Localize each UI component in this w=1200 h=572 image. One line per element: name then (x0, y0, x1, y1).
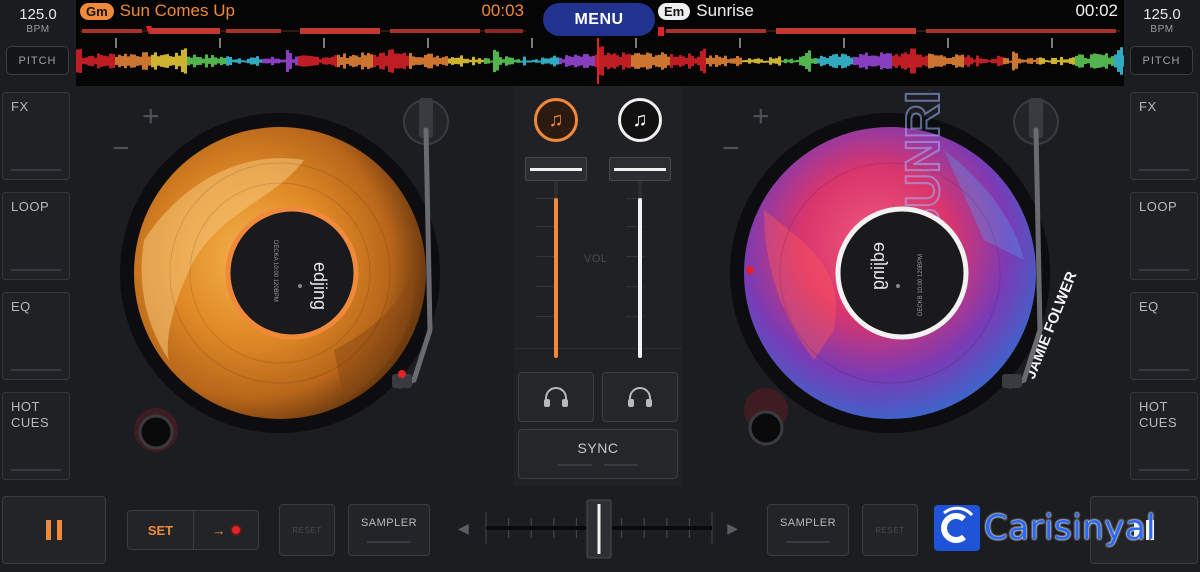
left-pitch-plus-icon[interactable]: + (142, 100, 160, 133)
right-cue-knob[interactable] (748, 410, 784, 446)
right-volume-level (638, 198, 642, 358)
mixer: ♫ ♫ VOL SYNC (514, 86, 682, 486)
headphones-icon (628, 387, 652, 407)
vol-label: VOL (584, 253, 608, 265)
right-track-time: 00:02 (1075, 1, 1118, 20)
left-side-panel: FX LOOP EQ HOT CUES (2, 92, 70, 492)
cue-jump-button[interactable]: → (193, 511, 258, 549)
right-eq-button[interactable]: EQ (1130, 292, 1198, 380)
right-pitch-button[interactable]: PITCH (1130, 46, 1193, 75)
watermark-logo-icon (934, 505, 980, 551)
right-bpm-unit: BPM (1150, 24, 1174, 35)
cue-set-group: SET → (127, 510, 259, 550)
left-volume-level (554, 198, 558, 358)
right-pitch-plus-icon[interactable]: + (752, 100, 770, 133)
right-deck: + − SUNRISE JAMIE FOLWER edjing DECKB 10… (684, 90, 1124, 485)
left-pitch-button[interactable]: PITCH (6, 46, 69, 75)
menu-button[interactable]: MENU (543, 3, 655, 36)
main-scrolling-waveform[interactable] (76, 38, 1124, 84)
right-sampler-button[interactable]: SAMPLER (767, 504, 849, 556)
right-reset-button[interactable]: RESET (862, 504, 918, 556)
left-bpm-value: 125.0 (19, 6, 57, 23)
crossfader[interactable]: ◀ ▶ (456, 498, 744, 562)
left-track-title[interactable]: Sun Comes Up (120, 1, 235, 21)
top-bar: 125.0 BPM PITCH Gm Sun Comes Up 00:03 ME… (0, 0, 1200, 86)
left-reset-button[interactable]: RESET (279, 504, 335, 556)
left-record-label (225, 206, 359, 340)
left-bpm-unit: BPM (26, 24, 50, 35)
left-bpm-box: 125.0 BPM PITCH (0, 0, 76, 86)
right-pitch-minus-icon[interactable]: − (722, 132, 740, 165)
right-bpm-value: 125.0 (1143, 6, 1181, 23)
cue-set-button[interactable]: SET (128, 511, 193, 549)
left-fx-button[interactable]: FX (2, 92, 70, 180)
right-volume-fader-track[interactable] (638, 176, 642, 358)
left-track-library-button[interactable]: ♫ (534, 98, 578, 142)
headphones-icon (544, 387, 568, 407)
left-deck: + − edjing DECKA 10:00 120BPM (74, 90, 514, 485)
right-loop-button[interactable]: LOOP (1130, 192, 1198, 280)
right-volume-fader-handle[interactable] (609, 157, 671, 181)
sync-button[interactable]: SYNC (518, 429, 678, 479)
right-headphone-cue-button[interactable] (602, 372, 678, 422)
music-note-icon: ♫ (632, 108, 648, 131)
left-pitch-minus-icon[interactable]: − (112, 132, 130, 165)
right-bpm-box: 125.0 BPM PITCH (1124, 0, 1200, 86)
left-label-brand: edjing (310, 262, 330, 310)
left-label-code: DECKA 10:00 120BPM (272, 240, 278, 302)
crossfader-handle[interactable] (586, 499, 612, 559)
watermark: Carisinyal (934, 501, 1184, 555)
left-key-badge: Gm (80, 2, 114, 20)
music-note-icon: ♫ (548, 108, 564, 131)
left-overview-waveform[interactable] (80, 26, 526, 36)
right-side-panel: FX LOOP EQ HOT CUES (1130, 92, 1198, 492)
watermark-text: Carisinyal (984, 508, 1157, 548)
left-track-info: Gm Sun Comes Up 00:03 (80, 0, 526, 22)
right-track-library-button[interactable]: ♫ (618, 98, 662, 142)
left-volume-fader-handle[interactable] (525, 157, 587, 181)
record-dot-icon (231, 526, 240, 534)
right-overview-waveform[interactable] (658, 26, 1120, 36)
pause-icon (46, 520, 62, 540)
right-fx-button[interactable]: FX (1130, 92, 1198, 180)
right-track-info: Em Sunrise 00:02 (658, 0, 1120, 22)
left-eq-button[interactable]: EQ (2, 292, 70, 380)
left-track-time: 00:03 (481, 1, 524, 20)
right-track-title[interactable]: Sunrise (696, 1, 754, 21)
left-headphone-cue-button[interactable] (518, 372, 594, 422)
left-sampler-button[interactable]: SAMPLER (348, 504, 430, 556)
arrow-right-icon: → (212, 522, 226, 538)
right-label-brand: edjing (868, 242, 888, 290)
right-hot-cues-button[interactable]: HOT CUES (1130, 392, 1198, 480)
right-label-code: DECKB 10:00 120BPM (918, 254, 924, 316)
left-hot-cues-button[interactable]: HOT CUES (2, 392, 70, 480)
left-loop-button[interactable]: LOOP (2, 192, 70, 280)
left-cue-knob[interactable] (138, 414, 174, 450)
right-record-label (835, 206, 969, 340)
left-volume-fader-track[interactable] (554, 176, 558, 358)
sync-label: SYNC (577, 440, 619, 456)
right-key-badge: Em (658, 2, 691, 20)
left-play-pause-button[interactable] (2, 496, 106, 564)
